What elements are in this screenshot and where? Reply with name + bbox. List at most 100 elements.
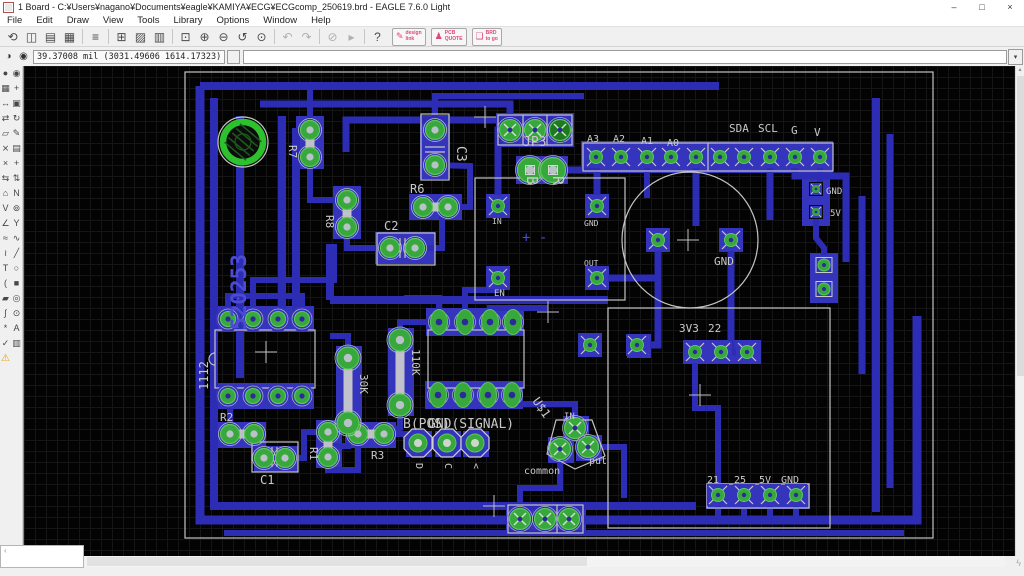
pcb-label: C3 [453,146,468,162]
menu-help[interactable]: Help [304,15,338,26]
tool-group[interactable]: ▱ [0,126,11,140]
tool-paste[interactable]: ▤ [11,141,22,155]
tool-move[interactable]: ↔ [0,96,11,110]
minimize-button[interactable]: – [940,0,968,14]
tool-text[interactable]: T [0,261,11,275]
tool-circle[interactable]: ○ [11,261,22,275]
pad-dip [266,307,290,331]
close-button[interactable]: × [996,0,1024,14]
tool-signal[interactable]: ∫ [0,306,11,320]
vertical-scroll-thumb[interactable] [1017,76,1024,376]
menu-edit[interactable]: Edit [29,15,59,26]
tool-change[interactable]: ✎ [11,126,22,140]
brd-to-go-button[interactable]: ❏BRDto go [472,28,502,46]
pad-round_hole [243,423,266,446]
tool-auto[interactable]: A [11,321,22,335]
horizontal-scroll-thumb[interactable] [87,557,587,566]
pad-square_x [586,267,608,289]
tool-split[interactable]: Y [11,216,22,230]
tool-lock[interactable]: ⌂ [0,186,11,200]
design-link-button-icon: ✎ [396,31,404,42]
pcb-label: R7 [286,145,299,158]
tool-erc[interactable]: ✓ [0,336,11,350]
tool-mirror[interactable]: ⇄ [0,111,11,125]
tool-arc[interactable]: ( [0,276,11,290]
print-icon[interactable]: ▤ [41,28,60,45]
tool-smash[interactable]: ⊚ [11,201,22,215]
tool-mark[interactable]: + [11,81,22,95]
menu-window[interactable]: Window [256,15,304,26]
tool-wire[interactable]: ╱ [11,246,22,260]
menu-view[interactable]: View [96,15,130,26]
grid-icon[interactable]: ⊞ [112,28,131,45]
zoom-redraw-icon[interactable]: ↺ [233,28,252,45]
pad-square_ring [813,255,835,275]
tool-display[interactable]: ▦ [0,81,11,95]
stop-icon[interactable]: ⊘ [323,28,342,45]
tool-polygon[interactable]: ▰ [0,291,11,305]
pad-square_x [586,195,608,217]
tool-via[interactable]: ◎ [11,291,22,305]
tool-replace[interactable]: ⇅ [11,171,22,185]
tool-rotate[interactable]: ↻ [11,111,22,125]
tool-copy[interactable]: ▣ [11,96,22,110]
command-input[interactable] [243,50,1007,64]
undo-icon[interactable]: ↶ [278,28,297,45]
menu-file[interactable]: File [0,15,29,26]
pad-round_hole [373,423,396,446]
pie-icon[interactable]: ◑ [2,50,15,63]
tool-errors[interactable]: ⚠ [0,351,11,365]
tool-optimize[interactable]: ≈ [0,231,11,245]
tool-rect[interactable]: ■ [11,276,22,290]
maximize-button[interactable]: □ [968,0,996,14]
menu-tools[interactable]: Tools [130,15,166,26]
zoom-out-icon[interactable]: ⊖ [214,28,233,45]
copper-trace [695,352,718,495]
pcb-canvas[interactable]: C3JP3BRA3A2A1A0SDASCLGVGND5VINGNDOUTEN+ … [23,66,1015,556]
toolbar: ⟲◫▤▦ ≡ ⊞▨▥ ⊡⊕⊖↺⊙ ↶↷ ⊘▸? ✎designlink ♟PCBQUOTE ❏B… [0,26,1024,47]
tool-cut[interactable]: ⨯ [0,141,11,155]
mask-icon[interactable]: ▨ [131,28,150,45]
toolbar-separator [364,29,365,44]
tool-ratsnest[interactable]: * [0,321,11,335]
pcb-label: GND(SIGNAL) [428,417,514,432]
display-icon[interactable]: ▥ [150,28,169,45]
zoom-fit-icon[interactable]: ⊡ [176,28,195,45]
tool-info[interactable]: ● [0,66,11,80]
zoom-in-icon[interactable]: ⊕ [195,28,214,45]
layer-settings-icon[interactable]: ≡ [86,28,105,45]
go-icon[interactable]: ▸ [342,28,361,45]
pcb-label: OUT [584,259,599,268]
pcb-quote-button[interactable]: ♟PCBQUOTE [431,28,467,46]
design-link-button[interactable]: ✎designlink [392,28,426,46]
tool-show[interactable]: ◉ [11,66,22,80]
tool-drc[interactable]: ▥ [11,336,22,350]
pcb-label: put [589,456,607,467]
horizontal-scrollbar[interactable] [85,556,1005,567]
zoom-select-icon[interactable]: ⊙ [252,28,271,45]
pad-square_x [759,484,781,506]
tool-hole[interactable]: ⊙ [11,306,22,320]
redo-icon[interactable]: ↷ [297,28,316,45]
menu-options[interactable]: Options [210,15,257,26]
command-history-dropdown[interactable]: ▾ [1008,49,1023,65]
pcb-label: GND [826,187,842,197]
tool-miter[interactable]: ∠ [0,216,11,230]
tool-delete[interactable]: × [0,156,11,170]
pcb-quote-button-icon: ♟ [435,31,443,42]
menu-library[interactable]: Library [166,15,209,26]
export-image-icon[interactable]: ▦ [60,28,79,45]
menu-draw[interactable]: Draw [60,15,96,26]
eye-icon[interactable]: ◉ [17,50,30,63]
vertical-scrollbar[interactable]: ▴ [1015,66,1024,556]
tool-value[interactable]: V [0,201,11,215]
tool-route[interactable]: ∿ [11,231,22,245]
tool-ripup[interactable]: ≀ [0,246,11,260]
help-icon[interactable]: ? [368,28,387,45]
coord-mode-button[interactable] [227,50,240,64]
save-icon[interactable]: ◫ [22,28,41,45]
reload-icon[interactable]: ⟲ [3,28,22,45]
tool-name[interactable]: N [11,186,22,200]
tool-pinswap[interactable]: ⇆ [0,171,11,185]
tool-add[interactable]: + [11,156,22,170]
